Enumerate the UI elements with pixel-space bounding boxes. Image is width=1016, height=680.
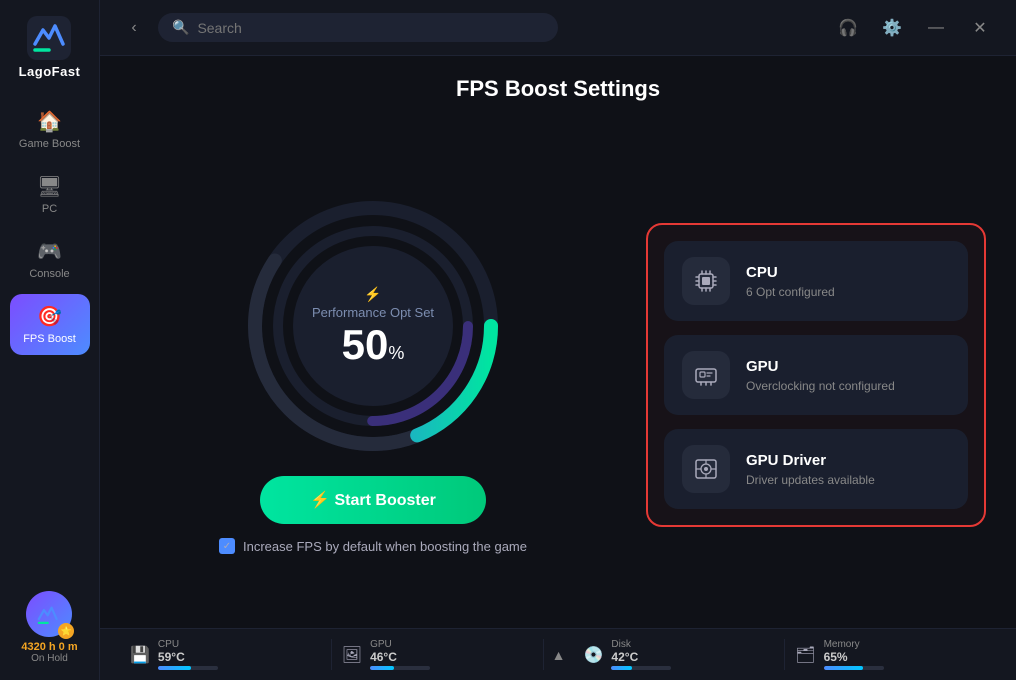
gpu-status-val: 46°C [370,650,430,664]
back-button[interactable]: ‹ [120,14,148,42]
gpu-driver-card-info: GPU Driver Driver updates available [746,452,950,487]
topbar-actions: 🎧 ⚙️ — ✕ [832,12,996,44]
gauge-unit: % [388,343,404,363]
gpu-status-item: 🖼 GPU 46°C [332,639,544,670]
lagofast-logo-icon [27,16,71,60]
user-time: 4320 h 0 m [21,641,77,653]
gpu-status-name: GPU [370,639,430,650]
memory-status-val: 65% [824,650,884,664]
user-badge: ⭐ [58,623,74,639]
logo-text: LagoFast [19,64,81,79]
disk-status-bar [611,666,671,670]
bottom-bar: 💾 CPU 59°C 🖼 GPU 46°C ▲ 💿 [100,628,1016,680]
search-input[interactable] [197,20,544,36]
sidebar-item-fps-boost[interactable]: 🎯 FPS Boost [10,294,90,355]
gpu-driver-card[interactable]: GPU Driver Driver updates available [664,429,968,509]
cpu-card[interactable]: CPU 6 Opt configured [664,241,968,321]
sidebar-label-console: Console [29,268,69,280]
headset-button[interactable]: 🎧 [832,12,864,44]
gauge-section: ⚡ Performance Opt Set 50% ⚡ Start Booste… [130,196,616,554]
chevron-up-icon[interactable]: ▲ [552,647,566,663]
gpu-card-subtitle: Overclocking not configured [746,379,950,393]
memory-status-icon: 🗂 [795,645,815,665]
cpu-card-info: CPU 6 Opt configured [746,264,950,299]
gauge-value: 50 [342,321,389,368]
memory-bar-fill [824,666,863,670]
disk-status-item: 💿 Disk 42°C [574,639,786,670]
gauge-bolt: ⚡ [312,286,434,303]
gpu-icon [682,351,730,399]
disk-status-info: Disk 42°C [611,639,671,670]
sidebar-item-pc[interactable]: 🖥 PC [10,164,90,225]
page-title: FPS Boost Settings [130,76,986,102]
disk-status-icon: 💿 [584,645,604,665]
cpu-card-title: CPU [746,264,950,281]
checkbox-row: ✓ Increase FPS by default when boosting … [219,538,527,554]
start-booster-button[interactable]: ⚡ Start Booster [260,476,486,524]
search-icon: 🔍 [172,19,189,36]
sidebar: LagoFast 🏠 Game Boost 🖥 PC 🎮 Console 🎯 F… [0,0,100,680]
user-status: On Hold [31,653,68,664]
cpu-status-item: 💾 CPU 59°C [120,639,332,670]
sidebar-label-fps-boost: FPS Boost [23,333,76,345]
gpu-status-info: GPU 46°C [370,639,430,670]
cpu-bar-fill [158,666,191,670]
gpu-card-title: GPU [746,358,950,375]
page-content: FPS Boost Settings [100,56,1016,628]
gpu-bar-fill [370,666,394,670]
search-bar[interactable]: 🔍 [158,13,558,42]
avatar[interactable]: ⭐ [26,591,72,637]
sidebar-label-pc: PC [42,203,57,215]
cpu-status-bar [158,666,218,670]
sidebar-item-game-boost[interactable]: 🏠 Game Boost [10,99,90,160]
logo-area: LagoFast [19,16,81,79]
disk-status-name: Disk [611,639,671,650]
gamepad-icon: 🎮 [37,239,62,264]
user-area: ⭐ 4320 h 0 m On Hold [21,591,77,664]
gauge-value-group: 50% [312,324,434,366]
center-area: ⚡ Performance Opt Set 50% ⚡ Start Booste… [130,122,986,628]
memory-status-name: Memory [824,639,884,650]
gpu-card[interactable]: GPU Overclocking not configured [664,335,968,415]
checkbox-label: Increase FPS by default when boosting th… [243,539,527,554]
monitor-icon: 🖥 [37,174,62,199]
gauge-container: ⚡ Performance Opt Set 50% [243,196,503,456]
gpu-status-icon: 🖼 [342,645,362,665]
settings-button[interactable]: ⚙️ [876,12,908,44]
gpu-driver-icon [682,445,730,493]
cpu-status-name: CPU [158,639,218,650]
gpu-status-bar [370,666,430,670]
close-button[interactable]: ✕ [964,12,996,44]
home-icon: 🏠 [37,109,62,134]
cpu-status-info: CPU 59°C [158,639,218,670]
main-content: ‹ 🔍 🎧 ⚙️ — ✕ FPS Boost Settings [100,0,1016,680]
sidebar-item-console[interactable]: 🎮 Console [10,229,90,290]
sidebar-label-game-boost: Game Boost [19,138,80,150]
fps-checkbox[interactable]: ✓ [219,538,235,554]
avatar-logo [35,600,63,628]
memory-status-info: Memory 65% [824,639,884,670]
disk-bar-fill [611,666,632,670]
gpu-driver-card-subtitle: Driver updates available [746,473,950,487]
memory-status-item: 🗂 Memory 65% [785,639,996,670]
disk-status-val: 42°C [611,650,671,664]
chevron-area: ▲ [544,647,574,663]
cpu-status-icon: 💾 [130,645,150,665]
cards-panel: CPU 6 Opt configured [646,223,986,527]
cpu-status-val: 59°C [158,650,218,664]
minimize-button[interactable]: — [920,12,952,44]
cpu-card-subtitle: 6 Opt configured [746,285,950,299]
fps-icon: 🎯 [37,304,62,329]
gpu-card-info: GPU Overclocking not configured [746,358,950,393]
cpu-icon [682,257,730,305]
memory-status-bar [824,666,884,670]
topbar: ‹ 🔍 🎧 ⚙️ — ✕ [100,0,1016,56]
gpu-driver-card-title: GPU Driver [746,452,950,469]
gauge-label: Performance Opt Set [312,305,434,320]
gauge-center: ⚡ Performance Opt Set 50% [312,286,434,366]
